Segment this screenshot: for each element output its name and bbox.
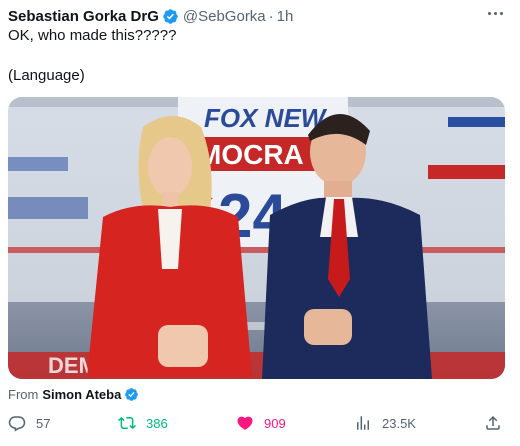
author-handle[interactable]: @SebGorka [183,8,266,25]
attribution-prefix: From [8,386,39,402]
like-button[interactable]: 909 [236,412,286,434]
video-media[interactable]: FOX NEW MOCRA 24 DEMOCRACY [8,97,505,379]
views-button[interactable]: 23.5K [354,412,416,434]
more-icon[interactable] [484,4,506,22]
post-timestamp[interactable]: 1h [277,8,294,25]
post-text-line-2: (Language) [8,67,85,84]
source-attribution: From Simon Ateba [8,385,139,403]
author-name[interactable]: Sebastian Gorka DrG [8,8,159,25]
view-count: 23.5K [382,415,416,431]
verified-badge-icon [163,8,178,24]
verified-badge-icon [125,387,139,401]
post-text-line-1: OK, who made this????? [8,27,177,44]
banner-sub-text: MOCRA [198,139,304,170]
repost-button[interactable]: 386 [118,412,168,434]
like-count: 909 [264,415,286,431]
heart-icon [237,416,253,430]
reply-count: 57 [36,415,51,431]
share-button[interactable] [484,412,502,434]
banner-text: FOX NEW [204,103,328,133]
share-icon [486,415,500,430]
reply-icon [8,416,26,432]
reply-button[interactable]: 57 [8,412,50,434]
repost-count: 386 [146,415,168,431]
attribution-source-name[interactable]: Simon Ateba [42,387,121,402]
action-bar: 57 386 909 23.5K [0,412,520,434]
separator-dot: · [268,7,274,25]
video-frame: FOX NEW MOCRA 24 DEMOCRACY [8,97,505,379]
repost-icon [118,416,136,430]
views-icon [357,416,369,430]
post-header: Sebastian Gorka DrG @SebGorka · 1h [8,6,293,26]
